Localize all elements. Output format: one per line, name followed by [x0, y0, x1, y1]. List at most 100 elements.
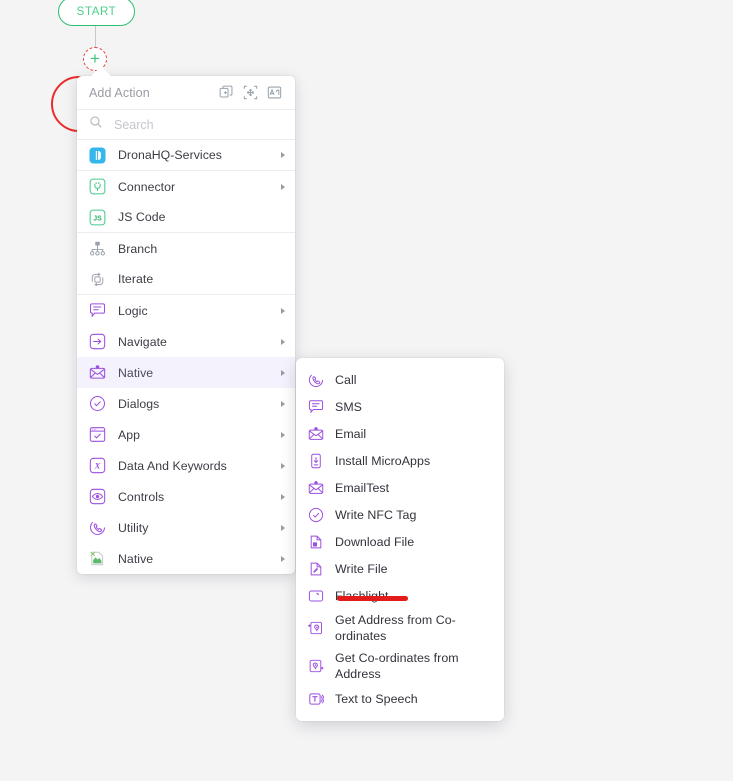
menu-item-dronahq-services[interactable]: DronaHQ-Services [77, 140, 295, 171]
submenu-item-sms[interactable]: SMS [296, 393, 504, 420]
chevron-right-icon [281, 369, 285, 376]
flashlight-icon [308, 588, 324, 604]
submenu-item-download-file[interactable]: Download File [296, 528, 504, 555]
chevron-right-icon [281, 152, 285, 158]
action-category-list: DronaHQ-Services Connector JS JS Code Br… [77, 140, 295, 574]
menu-item-logic[interactable]: Logic [77, 295, 295, 326]
menu-item-label: Logic [118, 303, 148, 318]
menu-item-data-and-keywords[interactable]: X Data And Keywords [77, 450, 295, 481]
menu-item-label: Branch [118, 241, 158, 256]
menu-item-label: DronaHQ-Services [118, 148, 222, 162]
translate-icon[interactable] [267, 85, 282, 100]
check-circle-icon [308, 507, 324, 523]
file-edit-icon [308, 561, 324, 577]
flow-canvas: START + Add Action Search DronaHQ-Servic… [0, 0, 733, 781]
chevron-right-icon [281, 493, 285, 500]
submenu-item-get-address-from-coordinates[interactable]: Get Address from Co-ordinates [296, 609, 504, 647]
submenu-item-write-nfc-tag[interactable]: Write NFC Tag [296, 501, 504, 528]
phone-download-icon [308, 453, 324, 469]
dronahq-logo-icon [89, 146, 106, 164]
eye-icon [89, 488, 106, 505]
search-row[interactable] [77, 110, 295, 140]
add-action-popup: Add Action Search DronaHQ-Services Conne… [77, 66, 295, 574]
submenu-item-write-file[interactable]: Write File [296, 555, 504, 582]
text-speech-icon [308, 691, 324, 707]
submenu-item-label: Download File [335, 534, 415, 549]
menu-item-label: Navigate [118, 334, 167, 349]
branch-icon [89, 240, 106, 257]
menu-item-js-code[interactable]: JS JS Code [77, 202, 295, 233]
submenu-item-emailtest[interactable]: EmailTest [296, 474, 504, 501]
chat-icon [308, 399, 324, 415]
location-out-icon [308, 620, 324, 636]
chevron-right-icon [281, 183, 285, 190]
logic-icon [89, 302, 106, 319]
svg-text:X: X [94, 461, 101, 471]
search-icon [89, 115, 103, 134]
submenu-item-label: Email [335, 426, 367, 441]
navigate-icon [89, 333, 106, 350]
submenu-item-label: Get Co-ordinates from Address [335, 651, 459, 681]
menu-item-label: Connector [118, 179, 176, 194]
menu-item-native[interactable]: Native [77, 357, 295, 388]
menu-item-label: App [118, 427, 141, 442]
menu-item-iterate[interactable]: Iterate [77, 264, 295, 295]
chevron-right-icon [281, 400, 285, 407]
submenu-item-label: Write File [335, 561, 388, 576]
submenu-item-install-microapps[interactable]: Install MicroApps [296, 447, 504, 474]
chevron-right-icon [281, 555, 285, 562]
menu-item-connector[interactable]: Connector [77, 171, 295, 202]
envelope-icon [89, 364, 106, 381]
envelope-icon [308, 480, 324, 496]
phone-circle-icon [89, 519, 106, 536]
file-download-icon [308, 534, 324, 550]
popup-title: Add Action [89, 85, 150, 100]
chevron-right-icon [281, 462, 285, 469]
menu-item-controls[interactable]: Controls [77, 481, 295, 512]
add-action-node[interactable]: + [83, 47, 107, 71]
popup-header: Add Action [77, 76, 295, 110]
app-window-icon [89, 426, 106, 443]
location-in-icon [308, 658, 324, 674]
submenu-item-call[interactable]: Call [296, 366, 504, 393]
menu-item-label: Native [118, 551, 154, 566]
broken-image-icon [89, 550, 106, 567]
svg-text:JS: JS [93, 215, 102, 222]
menu-item-navigate[interactable]: Navigate [77, 326, 295, 357]
chevron-right-icon [281, 431, 285, 438]
envelope-icon [308, 426, 324, 442]
duplicate-icon[interactable] [219, 85, 234, 100]
search-input[interactable] [114, 117, 264, 132]
move-icon[interactable] [243, 85, 258, 100]
loop-icon [89, 271, 106, 288]
submenu-item-get-coordinates-from-address[interactable]: Get Co-ordinates from Address [296, 647, 504, 685]
js-icon: JS [89, 209, 106, 226]
submenu-item-label: Call [335, 372, 357, 387]
submenu-item-text-to-speech[interactable]: Text to Speech [296, 685, 504, 712]
menu-item-branch[interactable]: Branch [77, 233, 295, 264]
menu-item-label: Data And Keywords [118, 458, 227, 473]
connector-line [95, 26, 96, 48]
chevron-right-icon [281, 307, 285, 314]
menu-item-dialogs[interactable]: Dialogs [77, 388, 295, 419]
plug-icon [89, 178, 106, 195]
menu-item-label: Utility [118, 520, 149, 535]
menu-item-native-2[interactable]: Native [77, 543, 295, 574]
plus-icon: + [90, 49, 100, 68]
menu-item-app[interactable]: App [77, 419, 295, 450]
submenu-item-email[interactable]: Email [296, 420, 504, 447]
submenu-item-label: SMS [335, 399, 363, 414]
submenu-item-label: EmailTest [335, 480, 390, 495]
menu-item-utility[interactable]: Utility [77, 512, 295, 543]
check-circle-icon [89, 395, 106, 412]
menu-item-label: Native [118, 365, 154, 380]
menu-item-label: JS Code [118, 210, 166, 224]
native-submenu: Call SMS Email Install MicroApps EmailTe… [296, 358, 504, 721]
variable-x-icon: X [89, 457, 106, 474]
start-node[interactable]: START [58, 0, 135, 26]
start-node-label: START [76, 5, 117, 18]
annotation-underline [337, 596, 408, 601]
chevron-right-icon [281, 524, 285, 531]
menu-item-label: Dialogs [118, 396, 160, 411]
popup-header-icons [219, 85, 282, 100]
